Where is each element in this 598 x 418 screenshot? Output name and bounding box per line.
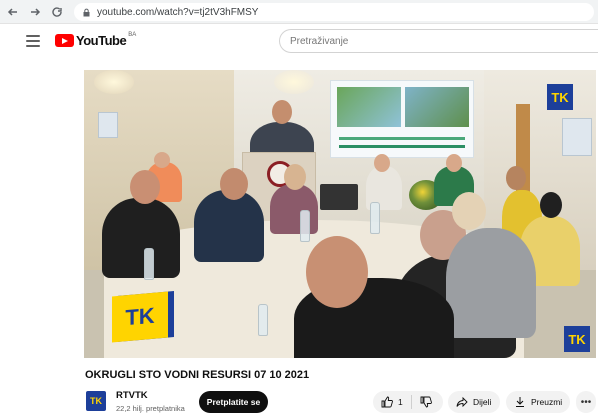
url-text: youtube.com/watch?v=tj2tV3hFMSY: [97, 6, 259, 18]
participant-head: [130, 170, 160, 204]
logo-text: YouTube: [76, 33, 127, 48]
video-title: OKRUGLI STO VODNI RESURSI 07 10 2021: [85, 369, 310, 381]
address-bar[interactable]: youtube.com/watch?v=tj2tV3hFMSY: [74, 3, 594, 21]
browser-toolbar: youtube.com/watch?v=tj2tV3hFMSY: [0, 0, 598, 24]
share-icon: [456, 396, 468, 408]
wall-poster: [98, 112, 118, 138]
water-bottle: [258, 304, 268, 336]
back-arrow-icon[interactable]: [4, 3, 22, 21]
subscriber-count: 22,2 hilj. pretplatnika: [116, 404, 185, 413]
tk-table-logo: TK: [112, 291, 168, 343]
projection-screen: [330, 80, 474, 158]
youtube-header: YouTube BA Pretraživanje: [0, 24, 598, 60]
projection-image: [337, 87, 401, 127]
reload-icon[interactable]: [48, 3, 66, 21]
like-dislike-group: 1: [373, 391, 443, 413]
participant-head: [374, 154, 390, 172]
like-button[interactable]: 1: [373, 391, 403, 413]
participant: [270, 184, 318, 234]
speaker-head: [272, 100, 292, 124]
tk-corner-watermark: TK: [564, 326, 590, 352]
thumbs-down-icon: [420, 396, 432, 408]
water-bottle: [370, 202, 380, 234]
participant-head: [540, 192, 562, 218]
participant-head: [446, 154, 462, 172]
hamburger-menu-icon[interactable]: [26, 35, 40, 47]
region-code: BA: [128, 31, 137, 38]
tk-watermark-logo: TK: [547, 84, 573, 110]
youtube-logo[interactable]: YouTube BA: [55, 31, 137, 48]
download-label: Preuzmi: [531, 397, 563, 407]
share-button[interactable]: Dijeli: [448, 391, 500, 413]
forward-arrow-icon[interactable]: [26, 3, 44, 21]
download-button[interactable]: Preuzmi: [506, 391, 570, 413]
channel-name[interactable]: RTVTK: [116, 390, 148, 401]
participant: [194, 190, 264, 262]
participant-head: [452, 192, 486, 230]
more-actions-button[interactable]: •••: [576, 391, 596, 413]
video-player[interactable]: TK TK TK: [84, 70, 596, 358]
participant-head: [306, 236, 368, 308]
projection-image: [405, 87, 469, 127]
laptop: [320, 184, 358, 210]
wall-calendar: [562, 118, 592, 156]
channel-avatar[interactable]: TK: [86, 391, 106, 411]
like-count: 1: [398, 397, 403, 407]
water-bottle: [144, 248, 154, 280]
projection-bar: [339, 137, 465, 140]
water-bottle: [300, 210, 310, 242]
subscribe-button[interactable]: Pretplatite se: [199, 391, 268, 413]
search-input[interactable]: Pretraživanje: [279, 29, 598, 53]
participant-head: [220, 168, 248, 200]
participant: [102, 198, 180, 278]
share-label: Dijeli: [473, 397, 492, 407]
search-placeholder: Pretraživanje: [290, 35, 349, 47]
youtube-play-icon: [55, 34, 74, 47]
ceiling-light: [94, 70, 134, 94]
ceiling-light: [274, 70, 314, 94]
thumbs-up-icon: [381, 396, 393, 408]
participant-head: [506, 166, 526, 190]
participant: [446, 228, 536, 338]
projection-bar: [339, 145, 465, 148]
participant-head: [154, 152, 170, 168]
dislike-button[interactable]: [412, 391, 437, 413]
download-icon: [514, 396, 526, 408]
participant-head: [284, 164, 306, 190]
lock-icon: [82, 8, 91, 17]
